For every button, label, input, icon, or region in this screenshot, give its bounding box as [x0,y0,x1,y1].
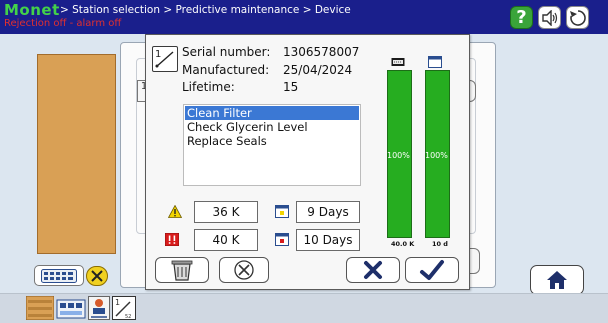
days-level-percent: 100% [425,151,448,160]
app-logo: Monet [4,1,60,19]
cancel-button[interactable] [346,257,400,283]
checkmark-icon [420,260,444,280]
maintenance-task-list[interactable]: Clean Filter Check Glycerin Level Replac… [183,104,361,186]
tools-button[interactable] [86,266,108,286]
help-icon: ? [516,7,527,28]
device-icon: 1 [152,46,178,72]
device-thumb-sub: 52 [125,314,131,320]
home-icon [547,271,567,289]
warning-count-field: 36 K [194,201,258,223]
device-gauge-icon: 1 52 [112,296,136,320]
warning-days-field: 9 Days [296,201,360,223]
station-image[interactable] [37,54,116,254]
device-thumb-label: 1 [115,298,120,307]
speaker-icon [541,9,557,26]
counter-level-percent: 100% [387,151,410,160]
lifetime-value: 15 [283,80,299,94]
task-item[interactable]: Clean Filter [185,106,359,120]
maintenance-button[interactable] [219,257,269,283]
alarm-icon [165,233,179,246]
manufactured-value: 25/04/2024 [283,63,353,77]
keyboard-icon [41,268,77,283]
counter-level-footer: 40.0 K [391,240,415,248]
help-button[interactable]: ? [510,6,533,29]
reset-counter-button[interactable] [155,257,209,283]
machine-thumbnail[interactable] [56,296,86,320]
serial-value: 1306578007 [283,45,360,59]
alarm-count-field: 40 K [194,229,258,251]
close-icon [364,261,382,279]
tools-icon [91,270,103,282]
confirm-button[interactable] [405,257,459,283]
machine-icon [56,299,86,319]
station-thumb-icon [25,295,55,321]
warning-calendar-icon [275,205,289,218]
device-icon-label: 1 [155,49,161,60]
trash-counter-icon [171,260,193,281]
device-thumbnail[interactable]: 1 52 [112,296,136,320]
refresh-icon [569,9,586,26]
warning-icon [168,205,182,218]
operator-icon [88,296,110,320]
manufactured-label: Manufactured: [182,63,270,77]
operator-thumbnail[interactable] [88,296,110,320]
gauge-icon: 1 [155,49,174,68]
keyboard-button[interactable] [34,265,84,286]
alarm-days-field: 10 Days [296,229,360,251]
sound-button[interactable] [538,6,561,29]
lifetime-label: Lifetime: [182,80,235,94]
wrench-icon [234,260,254,280]
serial-label: Serial number: [182,45,271,59]
breadcrumb: > Station selection > Predictive mainten… [60,4,351,16]
days-level-footer: 10 d [432,240,448,248]
task-item[interactable]: Check Glycerin Level [185,120,359,134]
home-button[interactable] [530,265,584,295]
status-text: Rejection off - alarm off [4,18,122,29]
calendar-icon [428,56,442,68]
station-thumbnail[interactable] [25,295,55,321]
counter-icon [391,58,405,66]
task-item[interactable]: Replace Seals [185,134,359,148]
refresh-button[interactable] [566,6,589,29]
alarm-calendar-icon [275,233,289,246]
